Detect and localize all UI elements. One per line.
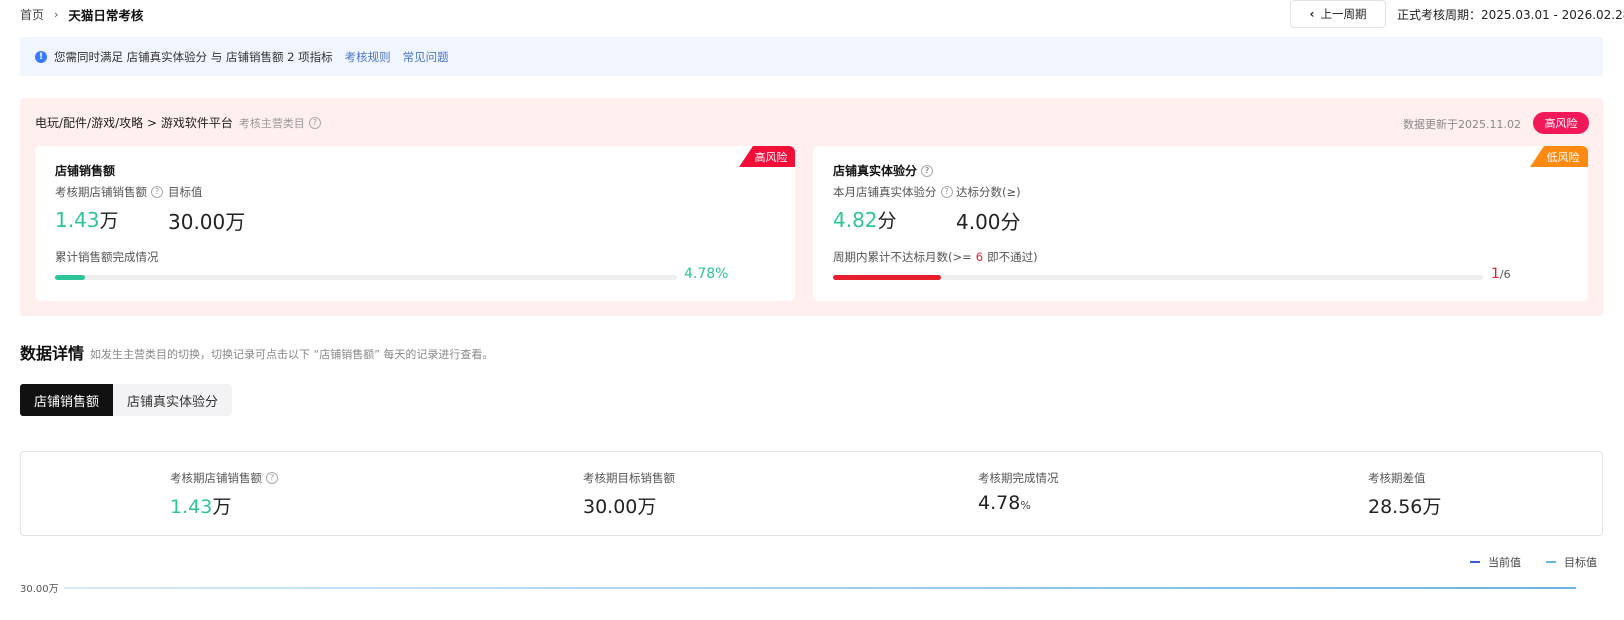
experience-actual-label-row: 本月店铺真实体验分 ? [833,184,953,200]
risk-panel: 电玩/配件/游戏/攻略 > 游戏软件平台 考核主营类目 ? 数据更新于2025.… [20,98,1603,316]
help-icon[interactable]: ? [940,186,953,198]
experience-card-title-row: 店铺真实体验分 ? [833,162,934,179]
stat-sales-label: 考核期店铺销售额 [170,471,262,485]
stat-completion-unit: % [1020,499,1031,512]
sales-actual-label: 考核期店铺销售额 [55,185,147,199]
prev-period-button[interactable]: ‹ 上一周期 [1290,0,1386,28]
experience-actual-value: 4.82分 [833,206,897,233]
legend-target[interactable]: 目标值 [1546,554,1597,570]
experience-fail-fraction: 1/6 [1491,266,1511,282]
legend-current-label: 当前值 [1488,556,1521,569]
chevron-right-icon: › [54,7,59,21]
stat-gap-value: 28.56万 [1368,496,1442,518]
details-tabs: 店铺销售额 店铺真实体验分 [20,384,233,416]
legend-current[interactable]: 当前值 [1470,554,1521,570]
sales-actual-label-row: 考核期店铺销售额 ? [55,184,163,200]
fail-label-prefix: 周期内累计不达标月数(>= [833,250,972,264]
rules-link[interactable]: 考核规则 [345,49,391,65]
fail-total: /6 [1499,268,1511,281]
tab-experience[interactable]: 店铺真实体验分 [113,384,233,416]
details-title: 数据详情 [20,344,85,363]
category-hint: 考核主营类目 [238,116,305,130]
fail-count: 1 [1491,266,1500,282]
sales-actual-num: 1.43 [55,208,100,232]
help-icon[interactable]: ? [921,164,934,177]
stat-sales-value: 1.43万 [170,492,231,519]
stat-completion-value: 4.78% [978,492,1031,514]
experience-fail-track [833,275,1483,280]
update-time: 数据更新于2025.11.02 [1403,118,1521,131]
sales-progress-pct: 4.78% [684,266,729,282]
sales-actual-unit: 万 [99,210,119,232]
info-icon: ! [35,50,47,63]
sales-card-title: 店铺销售额 [55,164,116,178]
breadcrumb: 首页 › 天猫日常考核 [20,4,143,24]
category-line: 电玩/配件/游戏/攻略 > 游戏软件平台 考核主营类目 ? [35,114,321,131]
prev-period-label: 上一周期 [1320,7,1367,21]
experience-actual-label: 本月店铺真实体验分 [833,185,937,199]
help-icon[interactable]: ? [266,472,278,484]
assessment-period: 正式考核周期：2025.03.01 - 2026.02.28 [1397,8,1624,22]
breadcrumb-home[interactable]: 首页 [20,6,44,23]
sales-progress-track [55,275,677,280]
fail-label-suffix: 即不通过) [987,250,1038,264]
sales-card: 高风险 店铺销售额 考核期店铺销售额 ? 目标值 1.43万 30.00万 累计… [35,146,795,301]
legend-target-swatch [1546,561,1556,563]
sales-target-value: 30.00万 [168,210,246,234]
stat-completion-label: 考核期完成情况 [978,471,1059,485]
legend-current-swatch [1470,561,1480,563]
help-icon[interactable]: ? [151,186,163,198]
target-line [64,587,1576,589]
stat-target-value: 30.00万 [583,496,657,518]
chart-y-tick: 30.00万 [20,584,59,595]
experience-fail-fill [833,275,942,280]
sales-risk-badge: 高风险 [739,146,795,167]
experience-target-label: 达标分数(≥) [956,185,1021,199]
experience-target-value: 4.00分 [956,210,1021,234]
tab-sales[interactable]: 店铺销售额 [20,384,114,416]
sales-progress-fill [55,275,85,280]
notice-text: 您需同时满足 店铺真实体验分 与 店铺销售额 2 项指标 [54,49,333,64]
stat-sales-label-row: 考核期店铺销售额 ? [170,470,278,486]
experience-risk-badge: 低风险 [1530,146,1588,167]
stats-panel: 考核期店铺销售额 ? 1.43万 考核期目标销售额 30.00万 考核期完成情况… [20,451,1603,536]
category-path: 电玩/配件/游戏/攻略 > 游戏软件平台 [35,116,233,130]
experience-actual-num: 4.82 [833,208,878,232]
experience-fail-label: 周期内累计不达标月数(>= 6 即不通过) [833,249,1038,265]
sales-target-label: 目标值 [168,185,203,199]
legend-target-label: 目标值 [1564,556,1597,569]
sales-progress-label: 累计销售额完成情况 [55,250,159,264]
stat-gap-label: 考核期差值 [1368,471,1426,485]
fail-threshold: 6 [975,250,984,264]
experience-card-title: 店铺真实体验分 [833,164,918,178]
help-icon[interactable]: ? [308,116,321,129]
experience-actual-unit: 分 [877,210,897,232]
stat-sales-unit: 万 [212,496,232,518]
stat-completion-num: 4.78 [978,492,1021,514]
overall-risk-badge: 高风险 [1533,112,1589,134]
experience-card: 低风险 店铺真实体验分 ? 本月店铺真实体验分 ? 达标分数(≥) 4.82分 … [813,146,1588,301]
faq-link[interactable]: 常见问题 [403,49,449,65]
stat-target-label: 考核期目标销售额 [583,471,675,485]
page-title: 天猫日常考核 [68,7,144,23]
notice-bar: ! 您需同时满足 店铺真实体验分 与 店铺销售额 2 项指标 考核规则 常见问题 [20,37,1603,76]
stat-sales-num: 1.43 [170,496,213,518]
sales-actual-value: 1.43万 [55,206,119,233]
details-hint: 如发生主营类目的切换，切换记录可点击以下 “店铺销售额” 每天的记录进行查看。 [90,348,494,361]
chevron-left-icon: ‹ [1309,7,1315,21]
